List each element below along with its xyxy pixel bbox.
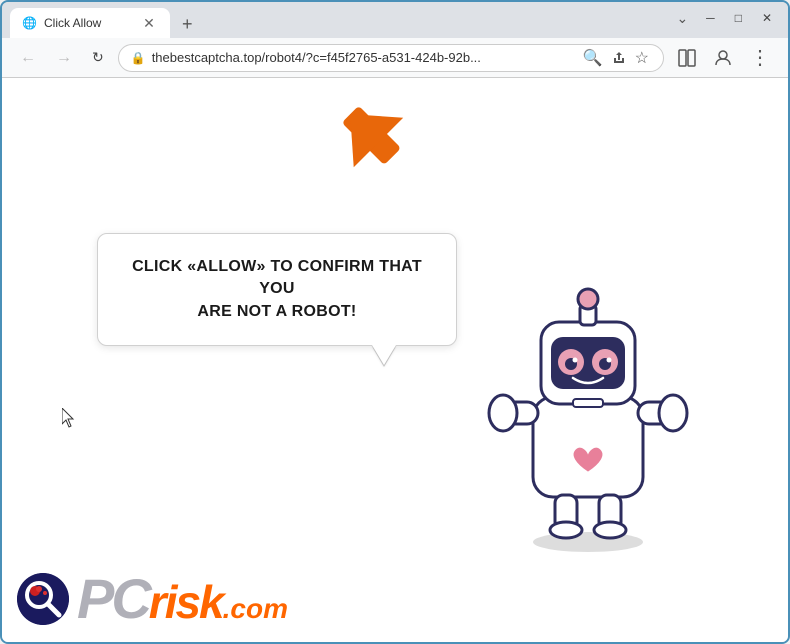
new-tab-button[interactable]: + xyxy=(174,10,201,38)
toolbar-right: ⋮ xyxy=(672,41,776,74)
window-minimize-arrow[interactable]: ⌄ xyxy=(670,8,694,29)
bubble-text: CLICK «ALLOW» TO CONFIRM THAT YOU ARE NO… xyxy=(126,256,428,323)
profile-icon xyxy=(714,49,732,67)
footer-logo: PC risk .com xyxy=(17,571,288,627)
split-view-icon xyxy=(678,49,696,67)
reload-button[interactable]: ↻ xyxy=(86,45,110,70)
url-box[interactable]: 🔒 thebestcaptcha.top/robot4/?c=f45f2765-… xyxy=(118,44,664,72)
browser-window: 🌐 Click Allow ✕ + ⌄ ─ □ ✕ ← → ↻ 🔒 thebes… xyxy=(0,0,790,644)
close-button[interactable]: ✕ xyxy=(754,9,780,27)
page-content: CLICK «ALLOW» TO CONFIRM THAT YOU ARE NO… xyxy=(2,78,788,642)
logo-com: .com xyxy=(223,595,288,623)
url-text: thebestcaptcha.top/robot4/?c=f45f2765-a5… xyxy=(152,50,575,65)
arrow-indicator xyxy=(332,96,422,201)
share-button[interactable] xyxy=(609,48,629,68)
back-button[interactable]: ← xyxy=(14,45,42,71)
bookmark-button[interactable]: ☆ xyxy=(633,46,651,70)
address-bar: ← → ↻ 🔒 thebestcaptcha.top/robot4/?c=f45… xyxy=(2,38,788,78)
title-bar: 🌐 Click Allow ✕ + ⌄ ─ □ ✕ xyxy=(2,2,788,38)
speech-bubble: CLICK «ALLOW» TO CONFIRM THAT YOU ARE NO… xyxy=(97,233,457,346)
active-tab[interactable]: 🌐 Click Allow ✕ xyxy=(10,8,170,38)
tab-favicon: 🌐 xyxy=(22,16,36,30)
logo-icon xyxy=(17,573,69,625)
logo-pc: PC xyxy=(77,571,149,627)
logo-risk: risk xyxy=(149,579,223,625)
split-view-button[interactable] xyxy=(672,45,702,71)
maximize-button[interactable]: □ xyxy=(727,9,750,27)
url-actions: 🔍 ☆ xyxy=(581,46,651,70)
profile-button[interactable] xyxy=(708,45,738,71)
menu-button[interactable]: ⋮ xyxy=(744,41,776,74)
tab-close-button[interactable]: ✕ xyxy=(140,14,158,32)
window-controls: ⌄ ─ □ ✕ xyxy=(670,8,780,29)
search-page-button[interactable]: 🔍 xyxy=(581,46,605,70)
forward-button[interactable]: → xyxy=(50,45,78,71)
share-icon xyxy=(611,50,627,66)
tab-title: Click Allow xyxy=(44,16,101,30)
mouse-cursor xyxy=(62,408,78,433)
minimize-button[interactable]: ─ xyxy=(698,9,723,27)
tab-bar: 🌐 Click Allow ✕ + xyxy=(10,2,666,38)
robot-character xyxy=(473,247,703,557)
lock-icon: 🔒 xyxy=(131,51,146,65)
logo-text: PC risk .com xyxy=(77,571,288,627)
